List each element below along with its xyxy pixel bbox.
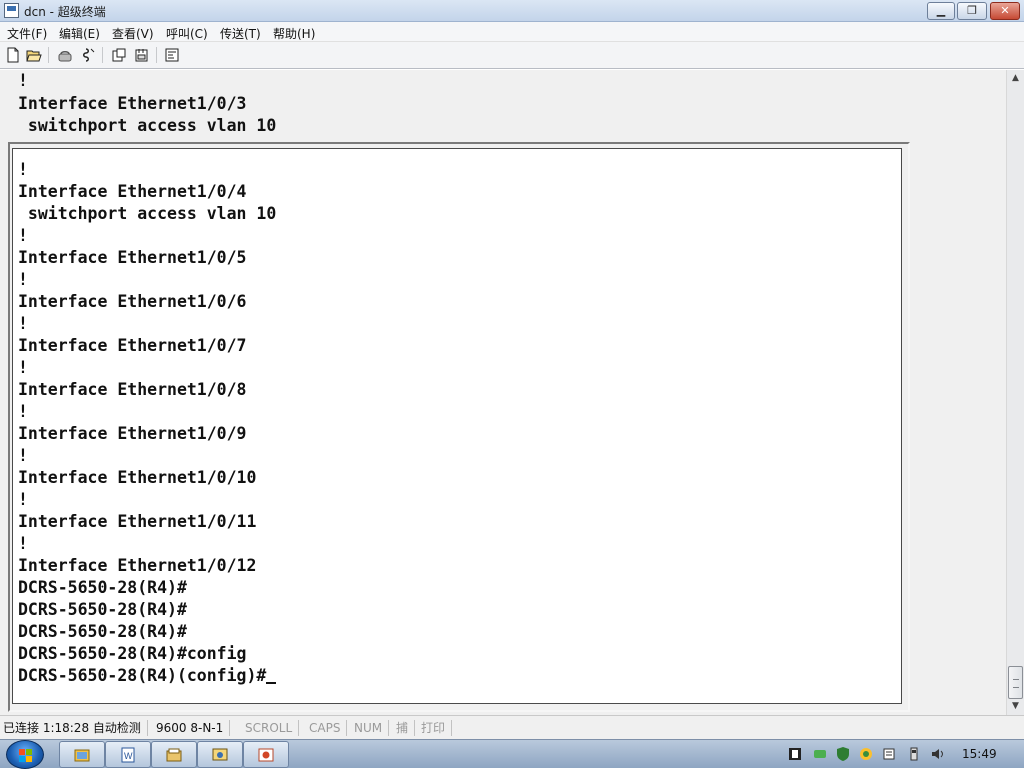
- scroll-thumb[interactable]: [1008, 666, 1023, 699]
- terminal-line: DCRS-5650-28(R4)#: [18, 578, 187, 597]
- tray-security-icon[interactable]: [858, 746, 874, 762]
- status-caps: CAPS: [309, 720, 348, 736]
- presentation-icon: [258, 748, 274, 761]
- open-folder-icon[interactable]: [24, 46, 44, 64]
- terminal-line: !: [18, 270, 28, 289]
- terminal-line: DCRS-5650-28(R4)#: [18, 622, 187, 641]
- terminal-line: !: [18, 71, 28, 90]
- terminal-line: Interface Ethernet1/0/9: [18, 424, 247, 443]
- terminal-line: Interface Ethernet1/0/12: [18, 556, 257, 575]
- menu-transfer[interactable]: 传送(T): [220, 25, 261, 42]
- tray-volume-icon[interactable]: [930, 746, 946, 762]
- terminal-line: switchport access vlan 10: [18, 116, 277, 135]
- terminal-line: Interface Ethernet1/0/11: [18, 512, 257, 531]
- file-manager-icon: [166, 748, 182, 761]
- taskbar: W 15:49: [0, 739, 1024, 769]
- menu-file[interactable]: 文件(F): [7, 25, 47, 42]
- terminal-line: switchport access vlan 10: [18, 204, 277, 223]
- send-file-icon[interactable]: [109, 46, 129, 64]
- status-port-settings: 9600 8-N-1: [156, 720, 231, 736]
- folder-icon: [74, 749, 90, 761]
- terminal-line: Interface Ethernet1/0/5: [18, 248, 247, 267]
- terminal-line: !: [18, 226, 28, 245]
- minimize-button[interactable]: ▁: [927, 2, 955, 20]
- status-connection: 已连接 1:18:28 自动检测: [3, 720, 148, 736]
- window-title: dcn - 超级终端: [24, 5, 106, 19]
- terminal-line: !: [18, 160, 28, 179]
- terminal-line: !: [18, 534, 28, 553]
- new-document-icon[interactable]: [3, 46, 23, 64]
- status-print: 打印: [421, 720, 453, 736]
- scroll-down-arrow-icon[interactable]: ▼: [1007, 698, 1024, 715]
- status-scroll: SCROLL: [245, 720, 300, 736]
- windows-logo-icon: [19, 748, 33, 762]
- tray-shield-icon[interactable]: [835, 746, 851, 762]
- toolbar-separator: [48, 47, 49, 63]
- hyperterminal-app-icon[interactable]: [4, 3, 19, 18]
- status-capture: 捕: [396, 720, 416, 736]
- menu-help[interactable]: 帮助(H): [273, 25, 315, 42]
- terminal-line: !: [18, 402, 28, 421]
- menu-view[interactable]: 查看(V): [112, 25, 154, 42]
- menu-call[interactable]: 呼叫(C): [166, 25, 208, 42]
- menu-bar: 文件(F) 编辑(E) 查看(V) 呼叫(C) 传送(T) 帮助(H): [0, 22, 1024, 42]
- tray-network-icon[interactable]: [812, 746, 828, 762]
- terminal-line: DCRS-5650-28(R4)#config: [18, 644, 247, 663]
- taskbar-app-word[interactable]: W: [105, 741, 151, 768]
- terminal-line: Interface Ethernet1/0/7: [18, 336, 247, 355]
- hyperterminal-icon: [212, 748, 228, 760]
- status-num: NUM: [354, 720, 390, 736]
- terminal-line: Interface Ethernet1/0/4: [18, 182, 247, 201]
- status-bar: 已连接 1:18:28 自动检测 9600 8-N-1 SCROLL CAPS …: [0, 715, 1024, 739]
- toolbar: [0, 42, 1024, 69]
- terminal-line: !: [18, 358, 28, 377]
- close-button[interactable]: ✕: [990, 2, 1020, 20]
- tray-film-icon[interactable]: [787, 746, 803, 762]
- terminal-line: Interface Ethernet1/0/6: [18, 292, 247, 311]
- terminal-area[interactable]: ! Interface Ethernet1/0/3 switchport acc…: [0, 70, 1006, 715]
- text-cursor: [266, 666, 277, 684]
- terminal-prompt-line[interactable]: DCRS-5650-28(R4)(config)#: [18, 665, 277, 687]
- taskbar-app-file-manager[interactable]: [151, 741, 197, 768]
- word-document-icon: W: [121, 747, 135, 762]
- title-bar: dcn - 超级终端 ▁ ❐ ✕: [0, 0, 1024, 22]
- toolbar-separator: [156, 47, 157, 63]
- terminal-line: Interface Ethernet1/0/3: [18, 94, 247, 113]
- dial-phone-icon[interactable]: [55, 46, 75, 64]
- tray-usb-icon[interactable]: [906, 746, 922, 762]
- terminal-line: Interface Ethernet1/0/10: [18, 468, 257, 487]
- maximize-button[interactable]: ❐: [957, 2, 987, 20]
- terminal-line: Interface Ethernet1/0/8: [18, 380, 247, 399]
- tray-device-icon[interactable]: [881, 746, 897, 762]
- menu-edit[interactable]: 编辑(E): [59, 25, 100, 42]
- terminal-line: !: [18, 314, 28, 333]
- start-button[interactable]: [6, 740, 44, 769]
- taskbar-app-hyperterminal[interactable]: [197, 741, 243, 768]
- terminal-screen[interactable]: ! Interface Ethernet1/0/4 switchport acc…: [12, 148, 902, 704]
- terminal-line: !: [18, 446, 28, 465]
- svg-text:W: W: [124, 751, 133, 761]
- terminal-line: DCRS-5650-28(R4)#: [18, 600, 187, 619]
- taskbar-app-explorer[interactable]: [59, 741, 105, 768]
- vertical-scrollbar[interactable]: ▲ ▼: [1006, 70, 1024, 715]
- scroll-up-arrow-icon[interactable]: ▲: [1007, 70, 1024, 87]
- receive-file-icon[interactable]: [132, 46, 152, 64]
- taskbar-clock[interactable]: 15:49: [962, 747, 997, 761]
- properties-icon[interactable]: [162, 46, 182, 64]
- disconnect-icon[interactable]: [79, 46, 99, 64]
- toolbar-separator: [102, 47, 103, 63]
- terminal-prompt: DCRS-5650-28(R4)(config)#: [18, 666, 267, 685]
- terminal-line: !: [18, 490, 28, 509]
- taskbar-app-presentation[interactable]: [243, 741, 289, 768]
